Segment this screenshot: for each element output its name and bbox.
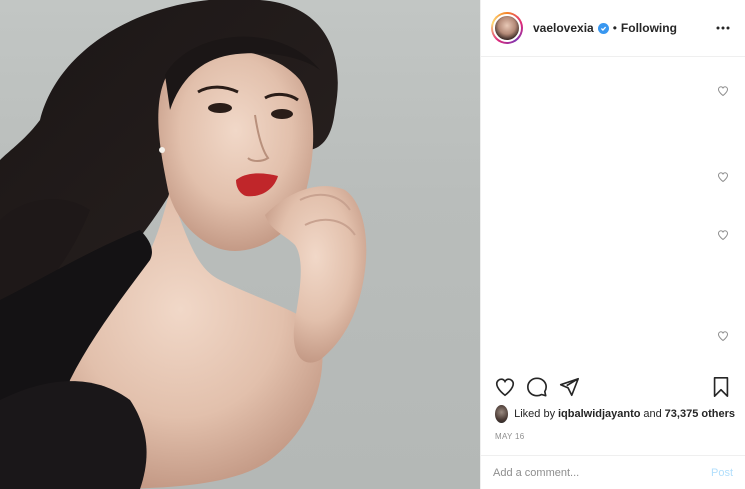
post-date[interactable]: MAY 16 [495,432,525,441]
ellipsis-icon[interactable] [713,18,733,38]
avatar[interactable] [493,14,521,42]
comments-list [481,57,745,367]
likes-summary: Liked by iqbalwidjayanto and 73,375 othe… [495,403,735,425]
heart-outline-icon[interactable] [717,329,731,343]
likes-count-link[interactable]: 73,375 others [665,408,735,420]
heart-outline-icon[interactable] [717,170,731,184]
portrait-image [0,0,367,489]
comment-bar: Post [481,455,745,489]
liker-username-link[interactable]: iqbalwidjayanto [558,408,641,420]
likes-prefix: Liked by [514,408,556,420]
heart-outline-icon[interactable] [717,84,731,98]
like-heart-icon[interactable] [493,375,517,399]
bookmark-icon[interactable] [709,375,733,399]
post-comment-button[interactable]: Post [711,467,733,479]
post-header: vaelovexia • Following [481,0,745,57]
following-button[interactable]: Following [621,21,677,35]
post-photo[interactable] [0,0,480,489]
post-panel: vaelovexia • Following Liked by iqbalwid… [480,0,745,489]
paper-plane-icon[interactable] [557,375,581,399]
heart-outline-icon[interactable] [717,228,731,242]
post-actions [493,372,733,402]
comment-input[interactable] [493,466,703,479]
username-link[interactable]: vaelovexia [533,21,594,35]
liker-avatar[interactable] [495,405,509,423]
header-separator: • [612,21,617,35]
comment-icon[interactable] [525,375,549,399]
likes-connector: and [643,408,662,420]
verified-badge-icon [597,22,609,34]
story-ring[interactable] [491,12,523,44]
